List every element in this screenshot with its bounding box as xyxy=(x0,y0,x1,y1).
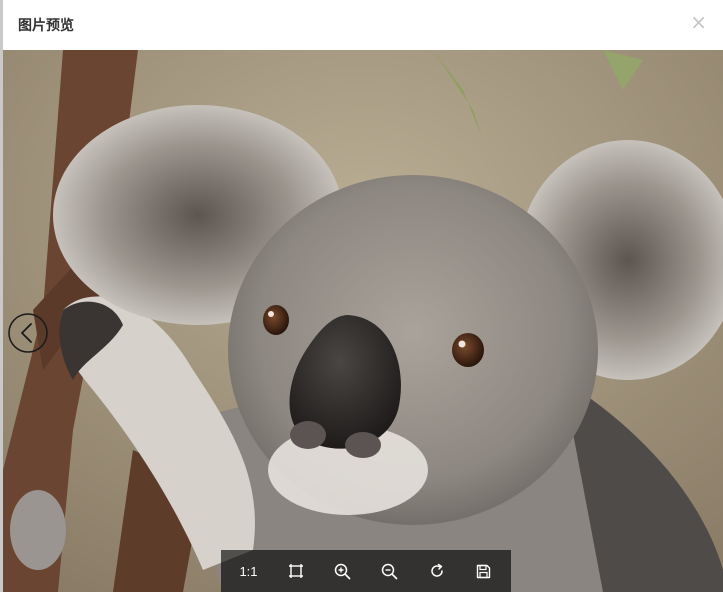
koala-photo xyxy=(3,50,723,592)
previous-image-button[interactable] xyxy=(8,313,48,353)
image-preview-dialog: 图片预览 × 1:1 xyxy=(0,0,723,592)
actual-size-button[interactable]: 1:1 xyxy=(233,555,265,587)
zoom-in-icon xyxy=(334,563,351,579)
dialog-title: 图片预览 xyxy=(18,18,74,34)
fit-screen-icon xyxy=(288,564,303,578)
dialog-header: 图片预览 × xyxy=(3,0,723,51)
zoom-out-button[interactable] xyxy=(374,555,406,587)
rotate-button[interactable] xyxy=(421,555,453,587)
image-viewer: 1:1 xyxy=(3,50,723,592)
image-toolbar: 1:1 xyxy=(221,550,511,592)
actual-size-label: 1:1 xyxy=(239,563,258,579)
rotate-icon xyxy=(430,563,443,577)
save-button[interactable] xyxy=(468,555,500,587)
save-icon xyxy=(476,564,491,578)
fit-screen-button[interactable] xyxy=(280,555,312,587)
zoom-out-icon xyxy=(381,563,398,579)
zoom-in-button[interactable] xyxy=(327,555,359,587)
close-button[interactable]: × xyxy=(690,12,707,32)
